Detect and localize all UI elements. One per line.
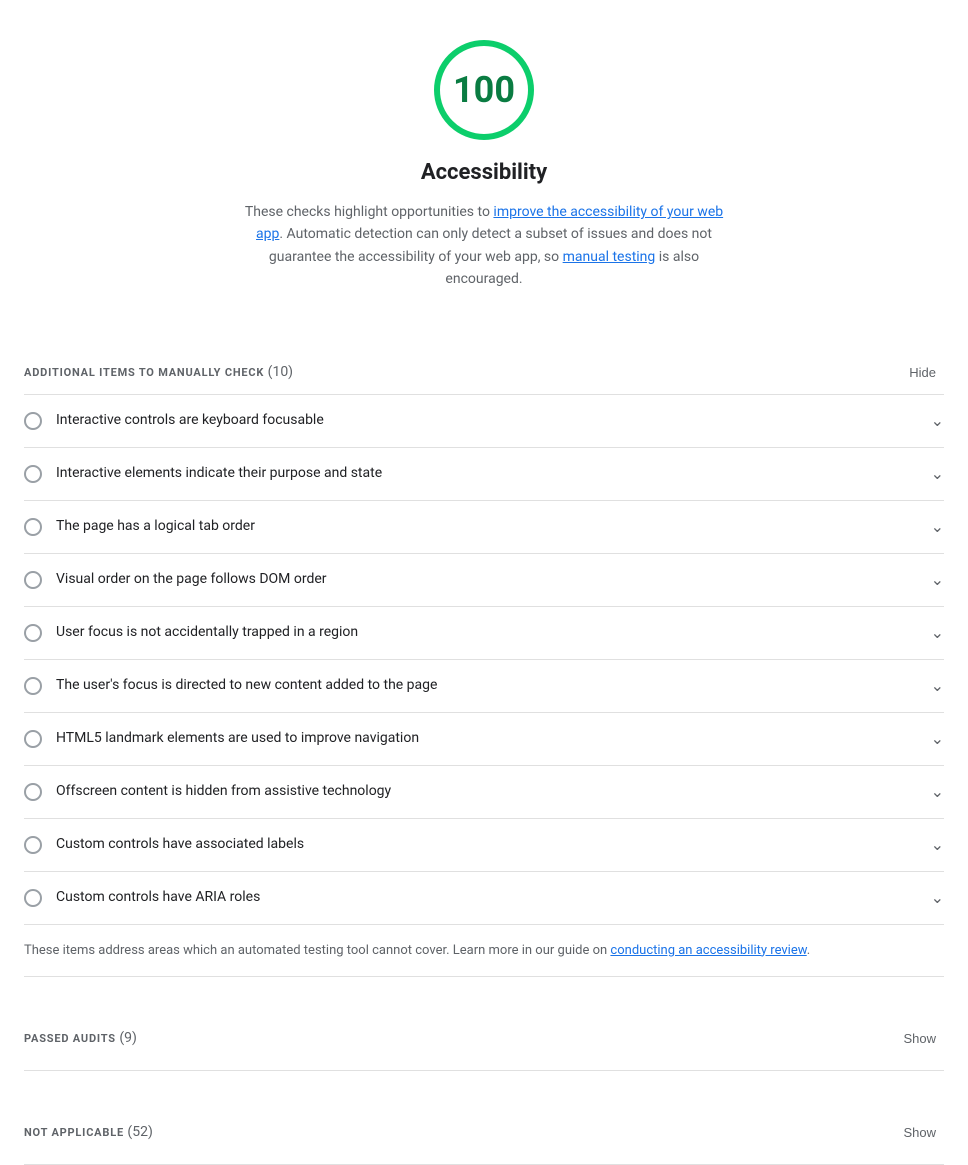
audit-label-2: Interactive elements indicate their purp…: [56, 463, 382, 484]
audit-item-4[interactable]: Visual order on the page follows DOM ord…: [24, 554, 944, 607]
description-text-1: These checks highlight opportunities to: [245, 204, 494, 220]
passed-audits-header: PASSED AUDITS (9) Show: [24, 1007, 944, 1060]
not-applicable-header: NOT APPLICABLE (52) Show: [24, 1101, 944, 1154]
audit-label-7: HTML5 landmark elements are used to impr…: [56, 728, 419, 749]
audit-status-icon-1: [24, 412, 42, 430]
audit-item-1-left: Interactive controls are keyboard focusa…: [24, 410, 919, 431]
passed-audits-section: PASSED AUDITS (9) Show: [24, 1007, 944, 1060]
chevron-down-icon-2: ⌄: [931, 462, 944, 486]
audit-label-4: Visual order on the page follows DOM ord…: [56, 569, 327, 590]
audit-status-icon-10: [24, 889, 42, 907]
audit-label-9: Custom controls have associated labels: [56, 834, 304, 855]
passed-audits-count: (9): [119, 1030, 137, 1046]
manual-check-count: (10): [268, 364, 293, 380]
manual-check-header: ADDITIONAL ITEMS TO MANUALLY CHECK (10) …: [24, 341, 944, 394]
chevron-down-icon-7: ⌄: [931, 727, 944, 751]
passed-audits-title: PASSED AUDITS: [24, 1032, 116, 1045]
not-applicable-toggle[interactable]: Show: [895, 1121, 944, 1144]
page-container: 100 Accessibility These checks highlight…: [0, 0, 968, 1165]
audit-item-7[interactable]: HTML5 landmark elements are used to impr…: [24, 713, 944, 766]
audit-status-icon-9: [24, 836, 42, 854]
audit-item-2[interactable]: Interactive elements indicate their purp…: [24, 448, 944, 501]
audit-status-icon-3: [24, 518, 42, 536]
audit-item-9[interactable]: Custom controls have associated labels ⌄: [24, 819, 944, 872]
not-applicable-title: NOT APPLICABLE: [24, 1126, 124, 1139]
audit-status-icon-5: [24, 624, 42, 642]
manual-note: These items address areas which an autom…: [24, 925, 944, 978]
audit-item-6-left: The user's focus is directed to new cont…: [24, 675, 919, 696]
score-title: Accessibility: [421, 156, 547, 189]
accessibility-review-link[interactable]: conducting an accessibility review: [610, 943, 806, 958]
chevron-down-icon-1: ⌄: [931, 409, 944, 433]
manual-check-title-group: ADDITIONAL ITEMS TO MANUALLY CHECK (10): [24, 362, 293, 383]
audit-status-icon-6: [24, 677, 42, 695]
chevron-down-icon-9: ⌄: [931, 833, 944, 857]
manual-check-title: ADDITIONAL ITEMS TO MANUALLY CHECK: [24, 366, 264, 379]
audit-item-7-left: HTML5 landmark elements are used to impr…: [24, 728, 919, 749]
audit-label-5: User focus is not accidentally trapped i…: [56, 622, 358, 643]
audit-label-8: Offscreen content is hidden from assisti…: [56, 781, 391, 802]
audit-item-2-left: Interactive elements indicate their purp…: [24, 463, 919, 484]
audit-label-10: Custom controls have ARIA roles: [56, 887, 260, 908]
manual-note-text-before: These items address areas which an autom…: [24, 943, 610, 958]
not-applicable-section: NOT APPLICABLE (52) Show: [24, 1101, 944, 1154]
audit-list: Interactive controls are keyboard focusa…: [24, 394, 944, 925]
audit-status-icon-2: [24, 465, 42, 483]
chevron-down-icon-5: ⌄: [931, 621, 944, 645]
audit-item-3[interactable]: The page has a logical tab order ⌄: [24, 501, 944, 554]
audit-label-6: The user's focus is directed to new cont…: [56, 675, 437, 696]
chevron-down-icon-6: ⌄: [931, 674, 944, 698]
audit-label-1: Interactive controls are keyboard focusa…: [56, 410, 324, 431]
manual-testing-link[interactable]: manual testing: [563, 249, 656, 265]
divider-1: [24, 1070, 944, 1071]
audit-item-6[interactable]: The user's focus is directed to new cont…: [24, 660, 944, 713]
audit-item-4-left: Visual order on the page follows DOM ord…: [24, 569, 919, 590]
audit-item-9-left: Custom controls have associated labels: [24, 834, 919, 855]
passed-audits-toggle[interactable]: Show: [895, 1027, 944, 1050]
chevron-down-icon-8: ⌄: [931, 780, 944, 804]
score-section: 100 Accessibility These checks highlight…: [24, 0, 944, 311]
audit-label-3: The page has a logical tab order: [56, 516, 255, 537]
audit-item-3-left: The page has a logical tab order: [24, 516, 919, 537]
not-applicable-title-group: NOT APPLICABLE (52): [24, 1122, 153, 1143]
passed-audits-title-group: PASSED AUDITS (9): [24, 1028, 137, 1049]
score-circle: 100: [434, 40, 534, 140]
score-description: These checks highlight opportunities to …: [234, 201, 734, 291]
audit-item-5[interactable]: User focus is not accidentally trapped i…: [24, 607, 944, 660]
audit-status-icon-7: [24, 730, 42, 748]
audit-item-8-left: Offscreen content is hidden from assisti…: [24, 781, 919, 802]
not-applicable-count: (52): [127, 1124, 152, 1140]
audit-item-10[interactable]: Custom controls have ARIA roles ⌄: [24, 872, 944, 925]
manual-check-toggle[interactable]: Hide: [901, 361, 944, 384]
audit-item-5-left: User focus is not accidentally trapped i…: [24, 622, 919, 643]
audit-item-8[interactable]: Offscreen content is hidden from assisti…: [24, 766, 944, 819]
chevron-down-icon-3: ⌄: [931, 515, 944, 539]
audit-item-10-left: Custom controls have ARIA roles: [24, 887, 919, 908]
audit-status-icon-8: [24, 783, 42, 801]
audit-item-1[interactable]: Interactive controls are keyboard focusa…: [24, 395, 944, 448]
chevron-down-icon-10: ⌄: [931, 886, 944, 910]
audit-status-icon-4: [24, 571, 42, 589]
chevron-down-icon-4: ⌄: [931, 568, 944, 592]
score-value: 100: [453, 63, 515, 117]
manual-note-text-after: .: [807, 943, 810, 958]
